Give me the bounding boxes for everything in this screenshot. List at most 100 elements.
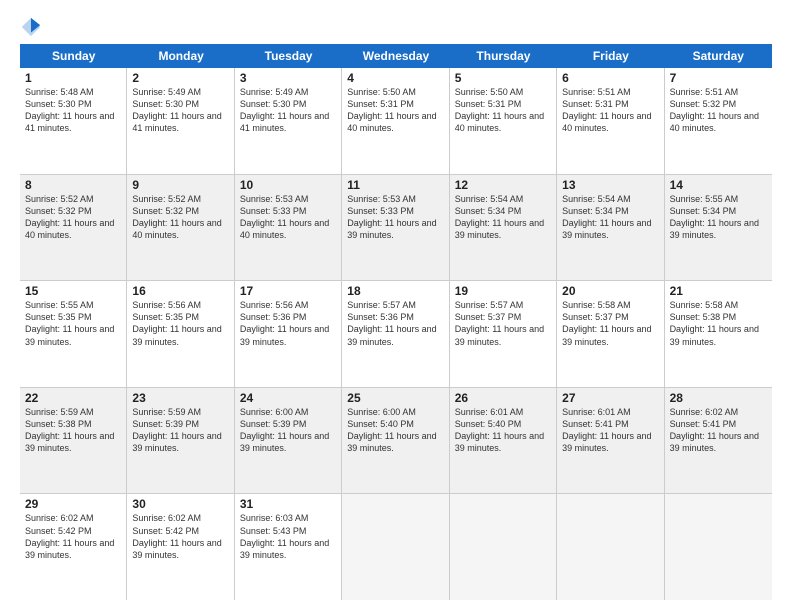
calendar-cell: 31Sunrise: 6:03 AM Sunset: 5:43 PM Dayli… [235,494,342,600]
day-number: 31 [240,497,336,511]
calendar-row-1: 1Sunrise: 5:48 AM Sunset: 5:30 PM Daylig… [20,68,772,175]
calendar-cell: 21Sunrise: 5:58 AM Sunset: 5:38 PM Dayli… [665,281,772,387]
header-day-friday: Friday [557,44,664,68]
day-info: Sunrise: 5:51 AM Sunset: 5:32 PM Dayligh… [670,86,767,135]
day-info: Sunrise: 6:02 AM Sunset: 5:42 PM Dayligh… [132,512,228,561]
day-info: Sunrise: 5:49 AM Sunset: 5:30 PM Dayligh… [240,86,336,135]
day-info: Sunrise: 5:54 AM Sunset: 5:34 PM Dayligh… [455,193,551,242]
page: SundayMondayTuesdayWednesdayThursdayFrid… [0,0,792,612]
day-number: 2 [132,71,228,85]
header-day-tuesday: Tuesday [235,44,342,68]
header-day-wednesday: Wednesday [342,44,449,68]
day-number: 24 [240,391,336,405]
calendar-cell: 11Sunrise: 5:53 AM Sunset: 5:33 PM Dayli… [342,175,449,281]
day-number: 29 [25,497,121,511]
day-number: 14 [670,178,767,192]
day-info: Sunrise: 5:50 AM Sunset: 5:31 PM Dayligh… [455,86,551,135]
day-info: Sunrise: 5:52 AM Sunset: 5:32 PM Dayligh… [132,193,228,242]
day-number: 30 [132,497,228,511]
day-number: 15 [25,284,121,298]
calendar-cell: 24Sunrise: 6:00 AM Sunset: 5:39 PM Dayli… [235,388,342,494]
logo-icon [20,16,42,38]
calendar-cell: 8Sunrise: 5:52 AM Sunset: 5:32 PM Daylig… [20,175,127,281]
day-number: 26 [455,391,551,405]
calendar-cell: 9Sunrise: 5:52 AM Sunset: 5:32 PM Daylig… [127,175,234,281]
calendar-cell: 10Sunrise: 5:53 AM Sunset: 5:33 PM Dayli… [235,175,342,281]
calendar-cell: 13Sunrise: 5:54 AM Sunset: 5:34 PM Dayli… [557,175,664,281]
day-number: 6 [562,71,658,85]
day-number: 13 [562,178,658,192]
day-info: Sunrise: 5:59 AM Sunset: 5:39 PM Dayligh… [132,406,228,455]
day-number: 21 [670,284,767,298]
day-number: 20 [562,284,658,298]
calendar-cell: 23Sunrise: 5:59 AM Sunset: 5:39 PM Dayli… [127,388,234,494]
day-info: Sunrise: 5:53 AM Sunset: 5:33 PM Dayligh… [240,193,336,242]
calendar-cell: 22Sunrise: 5:59 AM Sunset: 5:38 PM Dayli… [20,388,127,494]
calendar-cell: 30Sunrise: 6:02 AM Sunset: 5:42 PM Dayli… [127,494,234,600]
day-number: 7 [670,71,767,85]
calendar-row-2: 8Sunrise: 5:52 AM Sunset: 5:32 PM Daylig… [20,175,772,282]
day-info: Sunrise: 5:56 AM Sunset: 5:35 PM Dayligh… [132,299,228,348]
calendar-row-5: 29Sunrise: 6:02 AM Sunset: 5:42 PM Dayli… [20,494,772,600]
calendar-cell: 15Sunrise: 5:55 AM Sunset: 5:35 PM Dayli… [20,281,127,387]
day-info: Sunrise: 5:57 AM Sunset: 5:37 PM Dayligh… [455,299,551,348]
calendar-cell: 25Sunrise: 6:00 AM Sunset: 5:40 PM Dayli… [342,388,449,494]
day-info: Sunrise: 5:59 AM Sunset: 5:38 PM Dayligh… [25,406,121,455]
calendar: SundayMondayTuesdayWednesdayThursdayFrid… [20,44,772,600]
day-number: 27 [562,391,658,405]
calendar-cell [665,494,772,600]
day-number: 22 [25,391,121,405]
calendar-cell: 6Sunrise: 5:51 AM Sunset: 5:31 PM Daylig… [557,68,664,174]
day-number: 16 [132,284,228,298]
header-day-thursday: Thursday [450,44,557,68]
day-info: Sunrise: 5:55 AM Sunset: 5:34 PM Dayligh… [670,193,767,242]
day-info: Sunrise: 6:00 AM Sunset: 5:40 PM Dayligh… [347,406,443,455]
day-info: Sunrise: 6:02 AM Sunset: 5:41 PM Dayligh… [670,406,767,455]
calendar-row-4: 22Sunrise: 5:59 AM Sunset: 5:38 PM Dayli… [20,388,772,495]
day-number: 28 [670,391,767,405]
day-info: Sunrise: 5:49 AM Sunset: 5:30 PM Dayligh… [132,86,228,135]
calendar-row-3: 15Sunrise: 5:55 AM Sunset: 5:35 PM Dayli… [20,281,772,388]
header-day-saturday: Saturday [665,44,772,68]
calendar-cell: 18Sunrise: 5:57 AM Sunset: 5:36 PM Dayli… [342,281,449,387]
day-info: Sunrise: 5:48 AM Sunset: 5:30 PM Dayligh… [25,86,121,135]
day-info: Sunrise: 6:02 AM Sunset: 5:42 PM Dayligh… [25,512,121,561]
calendar-cell: 27Sunrise: 6:01 AM Sunset: 5:41 PM Dayli… [557,388,664,494]
calendar-cell: 2Sunrise: 5:49 AM Sunset: 5:30 PM Daylig… [127,68,234,174]
day-number: 8 [25,178,121,192]
day-info: Sunrise: 5:57 AM Sunset: 5:36 PM Dayligh… [347,299,443,348]
day-number: 23 [132,391,228,405]
calendar-cell: 1Sunrise: 5:48 AM Sunset: 5:30 PM Daylig… [20,68,127,174]
calendar-cell: 16Sunrise: 5:56 AM Sunset: 5:35 PM Dayli… [127,281,234,387]
header-day-sunday: Sunday [20,44,127,68]
day-number: 19 [455,284,551,298]
calendar-cell: 17Sunrise: 5:56 AM Sunset: 5:36 PM Dayli… [235,281,342,387]
day-info: Sunrise: 5:50 AM Sunset: 5:31 PM Dayligh… [347,86,443,135]
day-number: 12 [455,178,551,192]
calendar-cell: 4Sunrise: 5:50 AM Sunset: 5:31 PM Daylig… [342,68,449,174]
day-info: Sunrise: 5:53 AM Sunset: 5:33 PM Dayligh… [347,193,443,242]
calendar-cell [342,494,449,600]
day-info: Sunrise: 5:56 AM Sunset: 5:36 PM Dayligh… [240,299,336,348]
day-number: 25 [347,391,443,405]
calendar-cell [450,494,557,600]
calendar-cell: 14Sunrise: 5:55 AM Sunset: 5:34 PM Dayli… [665,175,772,281]
day-number: 17 [240,284,336,298]
logo [20,16,46,38]
day-info: Sunrise: 6:00 AM Sunset: 5:39 PM Dayligh… [240,406,336,455]
calendar-cell: 26Sunrise: 6:01 AM Sunset: 5:40 PM Dayli… [450,388,557,494]
day-number: 4 [347,71,443,85]
calendar-cell: 12Sunrise: 5:54 AM Sunset: 5:34 PM Dayli… [450,175,557,281]
day-info: Sunrise: 6:03 AM Sunset: 5:43 PM Dayligh… [240,512,336,561]
day-info: Sunrise: 5:51 AM Sunset: 5:31 PM Dayligh… [562,86,658,135]
day-info: Sunrise: 5:52 AM Sunset: 5:32 PM Dayligh… [25,193,121,242]
calendar-body: 1Sunrise: 5:48 AM Sunset: 5:30 PM Daylig… [20,68,772,600]
calendar-cell: 20Sunrise: 5:58 AM Sunset: 5:37 PM Dayli… [557,281,664,387]
day-number: 18 [347,284,443,298]
day-number: 5 [455,71,551,85]
calendar-cell: 19Sunrise: 5:57 AM Sunset: 5:37 PM Dayli… [450,281,557,387]
day-info: Sunrise: 6:01 AM Sunset: 5:41 PM Dayligh… [562,406,658,455]
day-info: Sunrise: 6:01 AM Sunset: 5:40 PM Dayligh… [455,406,551,455]
calendar-cell: 3Sunrise: 5:49 AM Sunset: 5:30 PM Daylig… [235,68,342,174]
day-info: Sunrise: 5:54 AM Sunset: 5:34 PM Dayligh… [562,193,658,242]
